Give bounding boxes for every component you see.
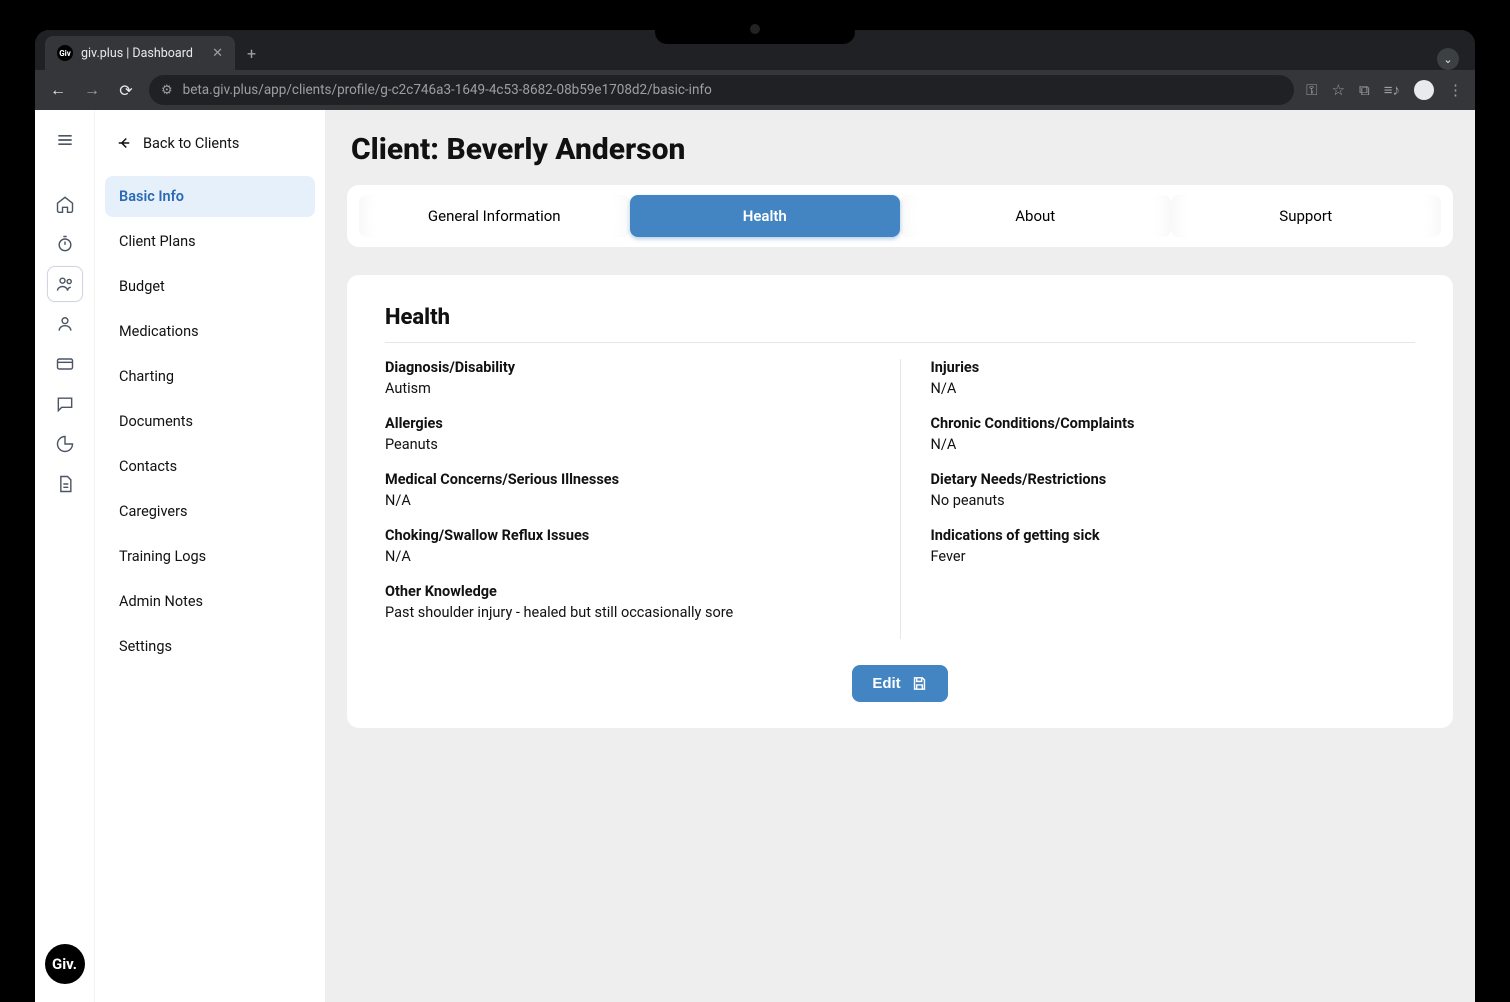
users-icon	[55, 274, 75, 294]
sidebar-item-client-plans[interactable]: Client Plans	[105, 221, 315, 262]
main-content: Client: Beverly Anderson General Informa…	[325, 110, 1475, 1002]
url-text: beta.giv.plus/app/clients/profile/g-c2c7…	[183, 82, 712, 98]
health-col-left: Diagnosis/Disability Autism Allergies Pe…	[385, 359, 901, 639]
close-icon[interactable]: ✕	[212, 46, 223, 61]
chat-icon	[55, 394, 75, 414]
save-icon	[911, 675, 928, 692]
field-label: Allergies	[385, 415, 870, 432]
new-tab-button[interactable]: +	[235, 36, 268, 70]
health-col-right: Injuries N/A Chronic Conditions/Complain…	[901, 359, 1416, 639]
menu-toggle[interactable]	[47, 122, 83, 158]
document-icon	[55, 474, 75, 494]
field-value: N/A	[385, 548, 870, 565]
field-label: Choking/Swallow Reflux Issues	[385, 527, 870, 544]
field-choking: Choking/Swallow Reflux Issues N/A	[385, 527, 870, 565]
rail-reports[interactable]	[47, 426, 83, 462]
url-input[interactable]: ⚙ beta.giv.plus/app/clients/profile/g-c2…	[149, 75, 1294, 105]
forward-icon: →	[81, 80, 103, 100]
field-label: Dietary Needs/Restrictions	[931, 471, 1416, 488]
sidebar-item-training-logs[interactable]: Training Logs	[105, 536, 315, 577]
rail-caregivers[interactable]	[47, 306, 83, 342]
reload-icon[interactable]: ⟳	[115, 81, 137, 100]
tab-general-information[interactable]: General Information	[359, 195, 630, 237]
sidebar-item-charting[interactable]: Charting	[105, 356, 315, 397]
sidebar-item-contacts[interactable]: Contacts	[105, 446, 315, 487]
field-allergies: Allergies Peanuts	[385, 415, 870, 453]
favicon-icon: Giv	[57, 45, 73, 61]
field-dietary: Dietary Needs/Restrictions No peanuts	[931, 471, 1416, 509]
health-panel: Health Diagnosis/Disability Autism Aller…	[347, 275, 1453, 728]
field-label: Medical Concerns/Serious Illnesses	[385, 471, 870, 488]
rail-timer[interactable]	[47, 226, 83, 262]
browser-toolbar: ← → ⟳ ⚙ beta.giv.plus/app/clients/profil…	[35, 70, 1475, 110]
sidebar-item-caregivers[interactable]: Caregivers	[105, 491, 315, 532]
client-sidebar: Back to Clients Basic Info Client Plans …	[95, 110, 325, 1002]
pie-icon	[55, 434, 75, 454]
field-label: Chronic Conditions/Complaints	[931, 415, 1416, 432]
sidebar-item-budget[interactable]: Budget	[105, 266, 315, 307]
star-icon[interactable]: ☆	[1332, 81, 1345, 99]
field-label: Indications of getting sick	[931, 527, 1416, 544]
field-value: Fever	[931, 548, 1416, 565]
extensions-icon[interactable]: ⧉	[1359, 81, 1370, 99]
brand-logo[interactable]: Giv.	[45, 944, 85, 984]
sidebar-item-basic-info[interactable]: Basic Info	[105, 176, 315, 217]
edit-button[interactable]: Edit	[852, 665, 947, 702]
field-value: Past shoulder injury - healed but still …	[385, 604, 870, 621]
rail-clients[interactable]	[47, 266, 83, 302]
back-to-clients[interactable]: Back to Clients	[105, 128, 315, 158]
profile-icon[interactable]	[1414, 80, 1434, 100]
field-injuries: Injuries N/A	[931, 359, 1416, 397]
tab-support[interactable]: Support	[1171, 195, 1442, 237]
field-value: Peanuts	[385, 436, 870, 453]
chevron-down-icon[interactable]: ⌄	[1437, 48, 1459, 70]
field-chronic: Chronic Conditions/Complaints N/A	[931, 415, 1416, 453]
field-value: No peanuts	[931, 492, 1416, 509]
stopwatch-icon	[55, 234, 75, 254]
tab-title: giv.plus | Dashboard	[81, 46, 193, 61]
profile-tabs: General Information Health About Support	[347, 185, 1453, 247]
arrow-left-icon	[115, 134, 133, 152]
tab-about[interactable]: About	[900, 195, 1171, 237]
rail-billing[interactable]	[47, 346, 83, 382]
field-label: Other Knowledge	[385, 583, 870, 600]
field-sick: Indications of getting sick Fever	[931, 527, 1416, 565]
page-title: Client: Beverly Anderson	[347, 132, 1453, 167]
field-value: N/A	[931, 436, 1416, 453]
field-medical-concerns: Medical Concerns/Serious Illnesses N/A	[385, 471, 870, 509]
kebab-menu-icon[interactable]: ⋮	[1448, 81, 1463, 99]
nav-rail: Giv.	[35, 110, 95, 1002]
field-value: N/A	[931, 380, 1416, 397]
tab-health[interactable]: Health	[630, 195, 901, 237]
field-other-knowledge: Other Knowledge Past shoulder injury - h…	[385, 583, 870, 621]
field-label: Diagnosis/Disability	[385, 359, 870, 376]
person-icon	[55, 314, 75, 334]
sidebar-item-settings[interactable]: Settings	[105, 626, 315, 667]
rail-messages[interactable]	[47, 386, 83, 422]
home-icon	[55, 194, 75, 214]
site-settings-icon[interactable]: ⚙	[161, 83, 173, 98]
rail-documents[interactable]	[47, 466, 83, 502]
edit-label: Edit	[872, 675, 900, 692]
field-value: N/A	[385, 492, 870, 509]
back-label: Back to Clients	[143, 135, 239, 152]
back-icon[interactable]: ←	[47, 80, 69, 100]
browser-tab[interactable]: Giv giv.plus | Dashboard ✕	[45, 36, 235, 70]
sidebar-item-medications[interactable]: Medications	[105, 311, 315, 352]
key-icon[interactable]: ⚿	[1306, 81, 1317, 99]
hamburger-icon	[55, 130, 75, 150]
card-icon	[55, 354, 75, 374]
panel-heading: Health	[385, 305, 1415, 343]
sidebar-item-documents[interactable]: Documents	[105, 401, 315, 442]
rail-home[interactable]	[47, 186, 83, 222]
field-label: Injuries	[931, 359, 1416, 376]
field-value: Autism	[385, 380, 870, 397]
sidebar-item-admin-notes[interactable]: Admin Notes	[105, 581, 315, 622]
media-icon[interactable]: ≡♪	[1384, 81, 1400, 99]
field-diagnosis: Diagnosis/Disability Autism	[385, 359, 870, 397]
